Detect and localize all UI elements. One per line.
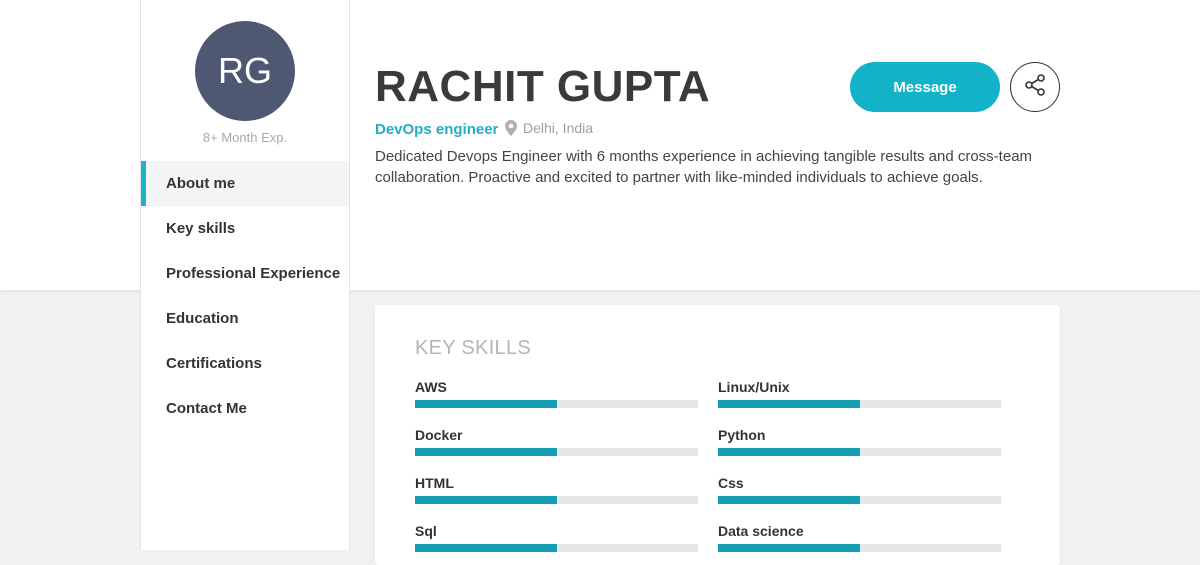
share-icon [1023,73,1047,102]
skill-bar-track [415,496,698,504]
skill-bar-fill [718,544,860,552]
skill-bar-track [415,544,698,552]
skill-label: Linux/Unix [718,379,790,395]
skill-item: Data science [718,522,1001,552]
skill-bar-fill [415,496,557,504]
skill-label: Data science [718,523,804,539]
avatar: RG [195,21,295,121]
share-button[interactable] [1010,62,1060,112]
skill-bar-track [415,448,698,456]
skill-bar-fill [415,544,557,552]
skill-bar-track [718,400,1001,408]
experience-label: 8+ Month Exp. [202,130,288,145]
skill-label: HTML [415,475,454,491]
skill-label: Docker [415,427,463,443]
skill-bar-fill [718,496,860,504]
skill-bar-fill [415,448,557,456]
key-skills-title: KEY SKILLS [415,337,532,359]
sidebar-item-key-skills[interactable]: Key skills [141,206,349,251]
skill-label: AWS [415,379,447,395]
message-button[interactable]: Message [850,62,1000,112]
skill-label: Sql [415,523,437,539]
profile-name: RACHIT GUPTA [375,62,711,111]
skill-label: Css [718,475,744,491]
sidebar-nav: About me Key skills Professional Experie… [141,161,349,431]
skill-item: Css [718,474,1001,504]
sidebar-item-about-me[interactable]: About me [141,161,349,206]
location-label: Delhi, India [523,120,594,136]
skill-item: Python [718,426,1001,456]
sidebar: RG 8+ Month Exp. About me Key skills Pro… [140,0,350,550]
skill-bar-fill [718,400,860,408]
sidebar-item-certifications[interactable]: Certifications [141,341,349,386]
sidebar-item-education[interactable]: Education [141,296,349,341]
sidebar-item-contact-me[interactable]: Contact Me [141,386,349,431]
skill-bar-fill [415,400,557,408]
skill-label: Python [718,427,766,443]
profile-location: Delhi, India [505,120,593,136]
profile-bio: Dedicated Devops Engineer with 6 months … [375,148,1033,186]
skill-item: Linux/Unix [718,378,1001,408]
key-skills-card: KEY SKILLS AWS Linux/Unix Docker Python HTML… [375,305,1060,565]
skill-item: HTML [415,474,698,504]
skill-bar-track [718,448,1001,456]
skill-item: Docker [415,426,698,456]
skill-item: AWS [415,378,698,408]
skill-bar-track [415,400,698,408]
profile-role[interactable]: DevOps engineer [375,121,498,138]
skill-item: Sql [415,522,698,552]
map-pin-icon [505,120,517,136]
sidebar-item-professional-experience[interactable]: Professional Experience [141,251,349,296]
skill-bar-track [718,544,1001,552]
skill-bar-fill [718,448,860,456]
skill-bar-track [718,496,1001,504]
